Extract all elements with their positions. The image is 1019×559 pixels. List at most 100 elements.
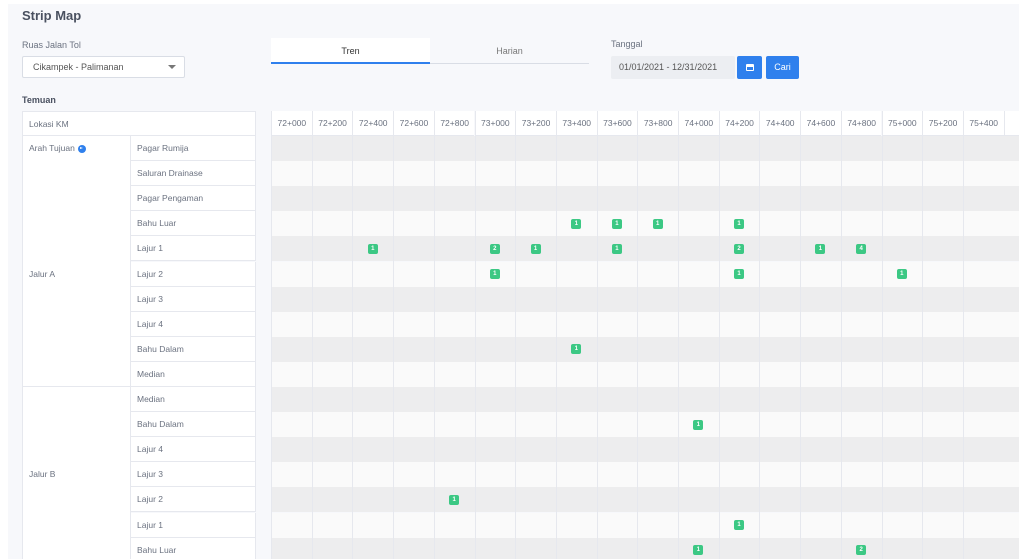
km-column-header: 74+400 [759, 111, 801, 136]
view-tabs: Tren Harian [271, 38, 589, 65]
finding-count-badge[interactable]: 1 [571, 218, 582, 229]
ruas-select[interactable]: Cikampek - Palimanan [22, 56, 185, 78]
grid-row [271, 361, 1019, 387]
jalur-label: Jalur B [29, 469, 56, 480]
lokasi-km-header: Lokasi KM [22, 111, 256, 136]
column-divider [352, 136, 354, 559]
grid-row [271, 412, 1019, 438]
km-column-header [1003, 111, 1019, 136]
strip-map-page: Strip Map Ruas Jalan Tol Cikampek - Pali… [8, 4, 1019, 559]
row-label: Bahu Dalam [131, 336, 256, 362]
km-column-header: 75+200 [922, 111, 963, 136]
column-divider [962, 136, 964, 559]
column-divider [922, 136, 924, 559]
row-label: Lajur 2 [131, 487, 256, 513]
column-divider [637, 136, 639, 559]
tab-tren[interactable]: Tren [271, 38, 430, 64]
km-column-header: 74+600 [800, 111, 841, 136]
tab-harian[interactable]: Harian [430, 38, 589, 64]
column-divider [271, 136, 272, 559]
column-divider [718, 136, 720, 559]
grid-row [271, 462, 1019, 488]
km-column-header: 75+400 [962, 111, 1004, 136]
ruas-select-value: Cikampek - Palimanan [33, 62, 124, 72]
row-label: Lajur 4 [131, 311, 256, 337]
km-column-header: 74+200 [718, 111, 760, 136]
grid-row [271, 537, 1019, 559]
km-column-header: 73+800 [637, 111, 678, 136]
row-label: Lajur 1 [131, 236, 256, 262]
km-column-header: 72+200 [311, 111, 353, 136]
grid-row [271, 437, 1019, 463]
finding-count-badge[interactable]: 1 [611, 243, 622, 254]
grid-row [271, 186, 1019, 212]
date-range-input[interactable]: 01/01/2021 - 12/31/2021 [611, 56, 735, 79]
km-column-header: 73+200 [515, 111, 556, 136]
ruas-label: Ruas Jalan Tol [22, 40, 81, 50]
column-divider [555, 136, 557, 559]
section-title: Temuan [22, 95, 56, 105]
jalur-label: Jalur A [29, 268, 55, 279]
jalur-group-label: Jalur B [22, 387, 131, 559]
km-column-header: 75+000 [881, 111, 923, 136]
finding-count-badge[interactable]: 1 [693, 545, 704, 556]
column-divider [678, 136, 679, 559]
column-divider [759, 136, 761, 559]
row-label: Lajur 3 [131, 462, 256, 488]
finding-count-badge[interactable]: 4 [856, 243, 867, 254]
km-column-header: 72+800 [433, 111, 475, 136]
finding-count-badge[interactable]: 1 [693, 419, 704, 430]
km-column-header: 73+400 [555, 111, 597, 136]
grid-row [271, 387, 1019, 413]
finding-count-badge[interactable]: 1 [611, 218, 622, 229]
grid-row [271, 211, 1019, 237]
column-divider [515, 136, 517, 559]
finding-count-badge[interactable]: 1 [815, 243, 826, 254]
finding-count-badge[interactable]: 1 [734, 218, 745, 229]
grid-row [271, 136, 1019, 162]
column-divider [596, 136, 598, 559]
finding-count-badge[interactable]: 1 [734, 520, 745, 531]
grid-row [271, 487, 1019, 513]
km-column-header: 72+600 [393, 111, 434, 136]
column-divider [474, 136, 476, 559]
arrow-right-circle-icon[interactable] [77, 144, 86, 153]
page-title: Strip Map [22, 8, 82, 23]
finding-count-badge[interactable]: 1 [896, 269, 907, 280]
finding-count-badge[interactable]: 2 [734, 243, 745, 254]
finding-count-badge[interactable]: 1 [367, 243, 378, 254]
column-divider [393, 136, 395, 559]
column-divider [311, 136, 313, 559]
calendar-button[interactable] [737, 56, 762, 79]
finding-count-badge[interactable]: 1 [489, 269, 500, 280]
finding-count-badge[interactable]: 1 [571, 344, 582, 355]
row-label: Lajur 4 [131, 437, 256, 463]
row-label: Pagar Pengaman [131, 186, 256, 212]
row-label: Bahu Luar [131, 537, 256, 559]
column-divider [840, 136, 842, 559]
km-column-header: 73+000 [474, 111, 516, 136]
row-label: Pagar Rumija [131, 136, 256, 161]
arah-tujuan-label: Arah Tujuan [29, 143, 75, 153]
finding-count-badge[interactable]: 2 [489, 243, 500, 254]
row-label: Lajur 1 [131, 512, 256, 538]
km-column-header: 74+000 [678, 111, 719, 136]
row-label: Bahu Dalam [131, 412, 256, 438]
calendar-icon [745, 64, 754, 71]
grid-row [271, 311, 1019, 337]
search-button[interactable]: Cari [766, 56, 799, 79]
km-column-header: 72+400 [352, 111, 394, 136]
finding-count-badge[interactable]: 1 [652, 218, 663, 229]
grid-row [271, 336, 1019, 362]
finding-count-badge[interactable]: 1 [530, 243, 541, 254]
finding-count-badge[interactable]: 1 [734, 269, 745, 280]
grid-row [271, 236, 1019, 262]
finding-count-badge[interactable]: 1 [449, 494, 460, 505]
grid-row [271, 512, 1019, 538]
row-label: Bahu Luar [131, 211, 256, 237]
km-column-header: 74+800 [840, 111, 882, 136]
row-label: Median [131, 361, 256, 387]
finding-count-badge[interactable]: 2 [856, 545, 867, 556]
grid-row [271, 286, 1019, 312]
tanggal-label: Tanggal [611, 39, 643, 49]
